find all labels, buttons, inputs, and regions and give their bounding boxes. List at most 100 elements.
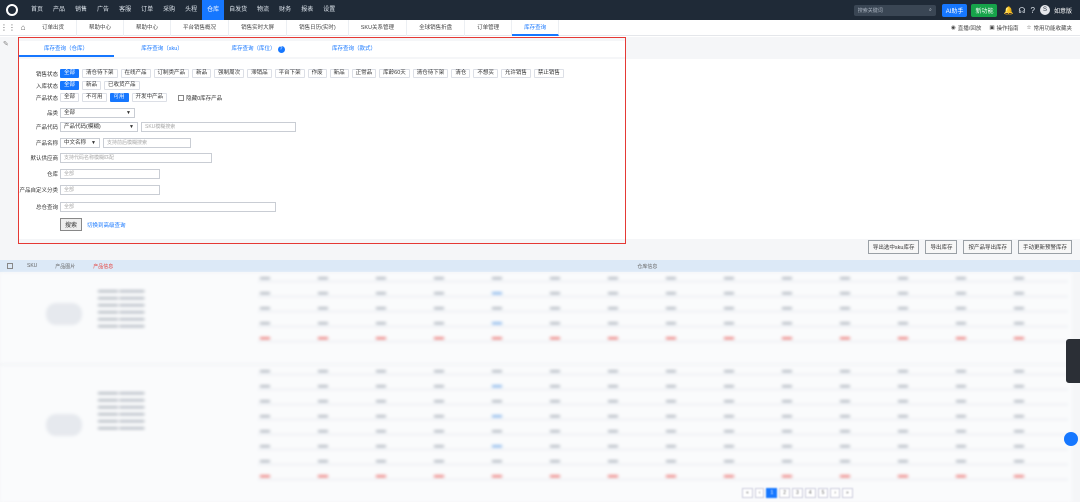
table-header: SKU 产品图片 产品信息 仓库信息 <box>0 260 1080 272</box>
page-tab[interactable]: 平台销售概况 <box>171 19 230 36</box>
action-button[interactable]: 按产品导出库存 <box>963 240 1012 254</box>
nav-item[interactable]: 自发货 <box>224 0 252 20</box>
nav-item[interactable]: 采购 <box>158 0 180 20</box>
nav-item[interactable]: 设置 <box>318 0 340 20</box>
grid-menu-icon[interactable]: ⋮⋮ <box>0 23 16 32</box>
nav-item[interactable]: 物流 <box>252 0 274 20</box>
blurred-cell: ▬▬ <box>898 368 908 374</box>
nav-item[interactable]: 头程 <box>180 0 202 20</box>
blurred-cell: ▬▬ <box>434 275 444 281</box>
bell-icon[interactable]: 🔔 <box>1003 6 1013 15</box>
page-tab[interactable]: 全球销售折盘 <box>407 19 466 36</box>
blurred-cell: ▬▬ <box>608 383 618 389</box>
page-tab[interactable]: 销售实时大屏 <box>229 19 288 36</box>
blurred-info: ▬▬▬▬ ▬▬▬▬▬ <box>98 404 145 410</box>
blurred-cell: ▬▬ <box>782 458 792 464</box>
blurred-cell: ▬▬ <box>898 473 908 479</box>
main-content: ✎ 库存查询（仓库） 库存查询（sku） 库存查询（库位）? 库存查询（款式） 销售状… <box>0 37 1080 502</box>
blurred-cell: ▬▬ <box>376 335 386 341</box>
blurred-cell: ▬▬ <box>1014 473 1024 479</box>
blurred-cell: ▬▬ <box>376 458 386 464</box>
blurred-cell: ▬▬ <box>1014 413 1024 419</box>
highlight-box <box>18 37 626 244</box>
chat-float-button[interactable] <box>1064 432 1078 446</box>
blurred-cell: ▬▬ <box>956 275 966 281</box>
blurred-cell: ▬▬ <box>318 473 328 479</box>
blurred-cell: ▬▬ <box>434 290 444 296</box>
blurred-cell: ▬▬ <box>608 473 618 479</box>
nav-item[interactable]: 订单 <box>136 0 158 20</box>
help-icon[interactable]: ? <box>1031 6 1035 15</box>
avatar[interactable]: S <box>1039 5 1050 15</box>
nav-item[interactable]: 销售 <box>70 0 92 20</box>
blurred-cell: ▬▬ <box>956 383 966 389</box>
blurred-cell: ▬▬ <box>550 383 560 389</box>
blurred-cell: ▬▬ <box>898 290 908 296</box>
blurred-cell: ▬▬ <box>260 458 270 464</box>
global-search-input[interactable]: 搜索关键词 ⌕ <box>853 4 936 16</box>
page-next[interactable]: › <box>830 488 841 498</box>
nav-item[interactable]: 广告 <box>92 0 114 20</box>
page-tab[interactable]: 订单出货 <box>30 19 78 36</box>
action-button[interactable]: 手动更新预警库存 <box>1017 240 1072 254</box>
page-2[interactable]: 2 <box>779 488 791 498</box>
side-tool-panel[interactable] <box>1066 339 1080 383</box>
blurred-cell: ▬▬ <box>318 305 328 311</box>
nav-item[interactable]: 客服 <box>114 0 136 20</box>
blurred-cell: ▬▬ <box>376 428 386 434</box>
nav-item[interactable]: 仓库 <box>202 0 225 20</box>
pagination: « ‹ 1 2 3 4 5 › » <box>742 488 855 498</box>
headset-icon[interactable]: ☊ <box>1018 6 1025 15</box>
tab-right-link[interactable]: 常用功能收藏夹 <box>1033 24 1072 32</box>
page-tab[interactable]: 销售日历(实时) <box>287 19 349 36</box>
blurred-cell: ▬▬ <box>260 290 270 296</box>
action-button[interactable]: 导出选中sku库存 <box>867 240 920 254</box>
tab-right-link[interactable]: 操作指南 <box>997 24 1019 32</box>
blurred-cell: ▬▬ <box>492 443 502 449</box>
nav-item[interactable]: 产品 <box>48 0 70 20</box>
page-4[interactable]: 4 <box>804 488 816 498</box>
blurred-cell: ▬▬ <box>550 290 560 296</box>
blurred-cell: ▬▬ <box>840 275 850 281</box>
page-prev[interactable]: ‹ <box>754 488 765 498</box>
blurred-cell: ▬▬ <box>1014 368 1024 374</box>
blurred-cell: ▬▬ <box>608 458 618 464</box>
blurred-cell: ▬▬ <box>782 275 792 281</box>
table-row: ▬▬ ▬▬ ▬▬ ▬▬ ▬▬ ▬▬ ▬▬ ▬▬ ▬▬ ▬▬ ▬▬ ▬▬ ▬▬ ▬▬ ▬▬ ▬▬ ▬▬ ▬▬ ▬▬ ▬▬… <box>0 273 1072 363</box>
blurred-cell: ▬▬ <box>318 413 328 419</box>
new-feature-button[interactable]: 新功能 <box>971 3 998 17</box>
blurred-cell: ▬▬ <box>376 398 386 404</box>
nav-item[interactable]: 财务 <box>274 0 296 20</box>
page-5[interactable]: 5 <box>817 488 829 498</box>
page-tab[interactable]: 订单管理 <box>465 19 513 36</box>
page-first[interactable]: « <box>742 488 753 498</box>
page-tab[interactable]: 库存查询 <box>512 19 560 36</box>
page-tab[interactable]: 帮助中心 <box>124 19 172 36</box>
blurred-cell: ▬▬ <box>666 290 676 296</box>
app-logo-icon <box>6 4 18 16</box>
page-3[interactable]: 3 <box>792 488 803 498</box>
blurred-info: ▬▬▬▬ ▬▬▬▬▬ <box>98 309 145 315</box>
blurred-cell: ▬▬ <box>956 443 966 449</box>
row-divider <box>258 404 1068 405</box>
blurred-cell: ▬▬ <box>260 398 270 404</box>
blurred-cell: ▬▬ <box>898 443 908 449</box>
blurred-info: ▬▬▬▬ ▬▬▬▬▬ <box>98 295 145 301</box>
page-last[interactable]: » <box>842 488 853 498</box>
user-name[interactable]: 如意版 <box>1054 6 1072 15</box>
blurred-cell: ▬▬ <box>956 290 966 296</box>
ai-assistant-button[interactable]: AI助手 <box>941 3 968 17</box>
row-divider <box>258 374 1068 375</box>
pin-icon[interactable]: ✎ <box>0 37 16 57</box>
tab-right-link[interactable]: 直播/回放 <box>958 24 982 32</box>
nav-item[interactable]: 首页 <box>26 0 48 20</box>
page-1[interactable]: 1 <box>766 488 778 498</box>
page-tab[interactable]: 帮助中心 <box>77 19 125 36</box>
action-button[interactable]: 导出库存 <box>925 240 958 254</box>
select-all-checkbox[interactable] <box>7 263 13 269</box>
nav-item[interactable]: 报表 <box>296 0 318 20</box>
page-tab[interactable]: SKU关系管理 <box>349 19 408 36</box>
home-icon[interactable]: ⌂ <box>16 23 30 32</box>
blurred-cell: ▬▬ <box>434 443 444 449</box>
blurred-cell: ▬▬ <box>376 305 386 311</box>
